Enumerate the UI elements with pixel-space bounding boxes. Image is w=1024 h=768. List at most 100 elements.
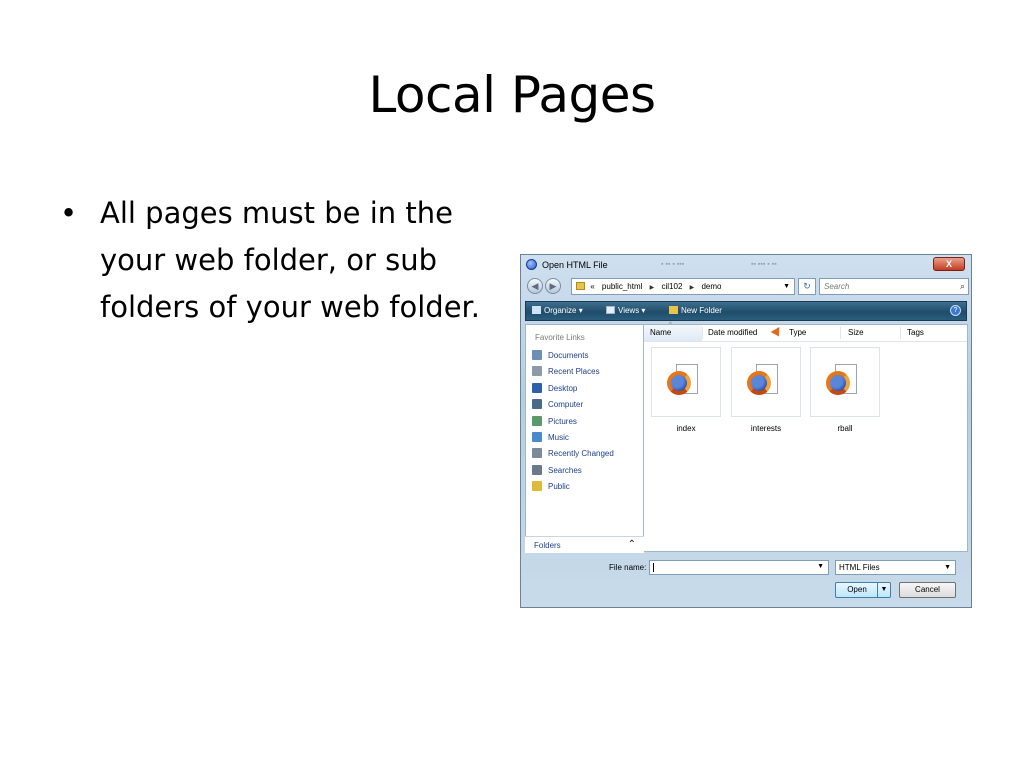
favorite-link-label: Music xyxy=(548,432,569,442)
search-icon[interactable]: ⌕ xyxy=(960,279,965,294)
column-divider[interactable] xyxy=(900,327,901,339)
text-caret xyxy=(653,563,654,572)
column-type[interactable]: Type xyxy=(789,328,806,337)
firefox-icon xyxy=(667,371,691,395)
forward-arrow-icon: ▶ xyxy=(549,281,557,291)
breadcrumb-cil102[interactable]: cil102 xyxy=(661,282,682,291)
column-size[interactable]: Size xyxy=(848,328,864,337)
bullet-item: • All pages must be in the your web fold… xyxy=(60,190,500,331)
column-divider[interactable] xyxy=(840,327,841,339)
dialog-bottom-panel: File name: ▼ HTML Files ▼ Open ▼ Cancel xyxy=(525,554,967,604)
file-item-index[interactable] xyxy=(651,347,721,417)
favorite-link-public[interactable]: Public xyxy=(532,481,614,497)
file-name-rball[interactable]: rball xyxy=(810,424,880,433)
file-name-label: File name: xyxy=(609,563,647,572)
close-icon: X xyxy=(945,259,952,269)
search-placeholder: Search xyxy=(824,282,850,291)
organize-button[interactable]: Organize ▾ xyxy=(532,306,583,315)
refresh-icon: ↻ xyxy=(803,281,811,291)
file-type-value: HTML Files xyxy=(839,563,880,572)
mouse-cursor-icon xyxy=(770,327,784,339)
organize-icon xyxy=(532,306,541,314)
favorite-link-pictures[interactable]: Pictures xyxy=(532,415,614,432)
refresh-button[interactable]: ↻ xyxy=(798,278,816,295)
music-icon xyxy=(532,431,542,442)
app-icon xyxy=(526,259,537,270)
bullet-dot: • xyxy=(60,196,78,230)
breadcrumb-demo[interactable]: demo xyxy=(701,282,721,291)
column-divider[interactable] xyxy=(702,327,703,339)
open-file-dialog: Open HTML File ▪ ▪▪ ▪ ▪▪▪ ▪▪ ▪▪▪ ▪ ▪▪ X … xyxy=(520,254,972,608)
chevron-down-icon[interactable]: ▼ xyxy=(783,279,790,294)
breadcrumb-arrow-icon[interactable]: ▶ xyxy=(690,285,695,291)
folders-label: Folders xyxy=(534,541,561,550)
pictures-icon xyxy=(532,415,542,426)
firefox-icon xyxy=(826,371,850,395)
firefox-icon xyxy=(747,371,771,395)
new-folder-icon xyxy=(669,306,678,314)
favorite-links-header: Favorite Links xyxy=(535,333,585,342)
file-list-pane: ^ Name Date modified Type Size Tags inde… xyxy=(644,322,968,552)
dialog-toolbar: Organize ▾ Views ▾ New Folder ? xyxy=(525,301,967,321)
computer-icon xyxy=(532,399,542,410)
address-overflow[interactable]: « xyxy=(590,282,594,291)
favorite-link-label: Pictures xyxy=(548,416,577,426)
cancel-button[interactable]: Cancel xyxy=(899,582,956,598)
file-name-interests[interactable]: interests xyxy=(731,424,801,433)
open-button[interactable]: Open ▼ xyxy=(835,582,891,598)
column-date-modified[interactable]: Date modified xyxy=(708,328,757,337)
folder-icon xyxy=(576,282,585,290)
favorite-link-label: Recent Places xyxy=(548,367,600,377)
folders-bar[interactable]: Folders ⌃ xyxy=(525,536,644,553)
breadcrumb-public-html[interactable]: public_html xyxy=(602,282,642,291)
favorite-link-label: Documents xyxy=(548,351,589,360)
close-button[interactable]: X xyxy=(933,257,965,271)
column-name[interactable]: Name xyxy=(650,328,671,337)
file-item-rball[interactable] xyxy=(810,347,880,417)
desktop-icon xyxy=(532,382,542,393)
address-bar-row: ◀ ▶ « public_html ▶ cil102 ▶ demo ▼ ↻ Se… xyxy=(525,277,969,297)
views-button[interactable]: Views ▾ xyxy=(606,306,645,315)
file-name-input[interactable]: ▼ xyxy=(649,560,829,575)
public-folder-icon xyxy=(532,481,542,492)
file-item-interests[interactable] xyxy=(731,347,801,417)
recent-places-icon xyxy=(532,366,542,377)
chevron-up-icon[interactable]: ⌃ xyxy=(628,539,636,550)
favorite-link-label: Recently Changed xyxy=(548,449,614,459)
favorite-link-label: Computer xyxy=(548,400,584,410)
favorite-link-searches[interactable]: Searches xyxy=(532,464,614,481)
background-ghost-text: ▪▪ ▪▪▪ ▪ ▪▪ xyxy=(751,261,777,268)
breadcrumb-arrow-icon[interactable]: ▶ xyxy=(650,285,655,291)
documents-icon xyxy=(532,350,542,360)
address-bar[interactable]: « public_html ▶ cil102 ▶ demo ▼ xyxy=(571,278,795,295)
back-arrow-icon: ◀ xyxy=(531,281,539,291)
favorite-link-documents[interactable]: Documents xyxy=(532,350,614,366)
open-split-chevron-icon[interactable]: ▼ xyxy=(877,583,890,597)
help-icon[interactable]: ? xyxy=(950,305,961,316)
favorite-link-recently-changed[interactable]: Recently Changed xyxy=(532,448,614,464)
new-folder-button[interactable]: New Folder xyxy=(669,306,722,315)
favorite-links-list: Documents Recent Places Desktop Computer Pic… xyxy=(532,350,614,498)
searches-icon xyxy=(532,464,542,475)
bullet-text: All pages must be in the your web folder… xyxy=(100,196,481,324)
bullet-list: • All pages must be in the your web fold… xyxy=(60,190,500,331)
dialog-title: Open HTML File xyxy=(542,260,608,270)
navigation-pane: Favorite Links Documents Recent Places Des… xyxy=(525,324,644,552)
chevron-down-icon[interactable]: ▼ xyxy=(944,561,951,574)
favorite-link-music[interactable]: Music xyxy=(532,431,614,448)
favorite-link-desktop[interactable]: Desktop xyxy=(532,382,614,399)
column-tags[interactable]: Tags xyxy=(907,328,924,337)
views-icon xyxy=(606,306,615,314)
slide-title: Local Pages xyxy=(368,66,656,124)
chevron-down-icon[interactable]: ▼ xyxy=(817,563,824,570)
background-ghost-text: ▪ ▪▪ ▪ ▪▪▪ xyxy=(661,261,685,268)
favorite-link-recent-places[interactable]: Recent Places xyxy=(532,366,614,382)
search-input[interactable]: Search ⌕ xyxy=(819,278,969,295)
forward-button[interactable]: ▶ xyxy=(545,278,561,294)
dialog-titlebar: Open HTML File ▪ ▪▪ ▪ ▪▪▪ ▪▪ ▪▪▪ ▪ ▪▪ X xyxy=(521,255,971,274)
back-button[interactable]: ◀ xyxy=(527,278,543,294)
file-name-index[interactable]: index xyxy=(651,424,721,433)
favorite-link-computer[interactable]: Computer xyxy=(532,399,614,415)
recently-changed-icon xyxy=(532,448,542,459)
file-type-select[interactable]: HTML Files ▼ xyxy=(835,560,956,575)
